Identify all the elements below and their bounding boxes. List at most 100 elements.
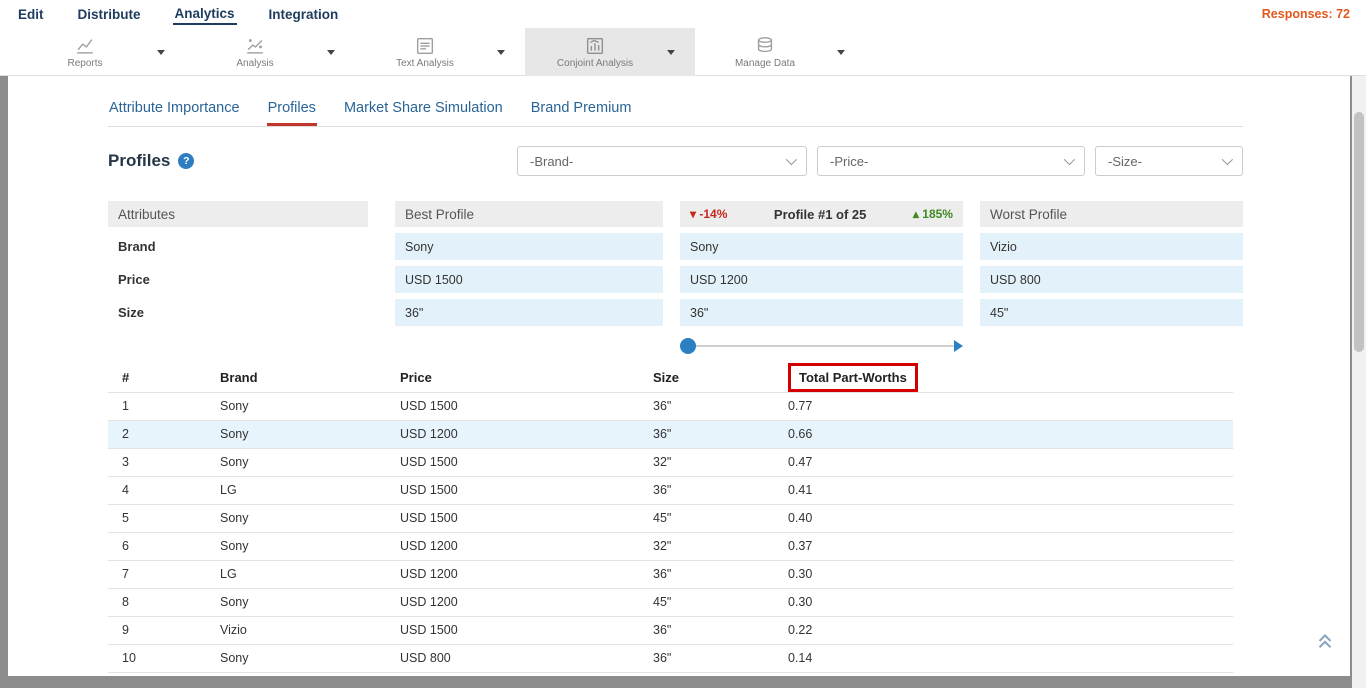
table-row[interactable]: 8 Sony USD 1200 45" 0.30 bbox=[108, 588, 1233, 616]
cell-total-part-worths: 0.66 bbox=[788, 420, 1233, 448]
cell-num: 5 bbox=[108, 504, 220, 532]
toolbar-label: Text Analysis bbox=[396, 58, 454, 69]
chevron-down-icon bbox=[1064, 154, 1075, 165]
col-header-num: # bbox=[108, 364, 220, 392]
chevron-down-icon[interactable] bbox=[157, 50, 165, 55]
slider-track[interactable] bbox=[688, 345, 957, 347]
help-icon[interactable]: ? bbox=[178, 153, 194, 169]
current-profile-header: ▾ -14% Profile #1 of 25 ▴ 185% bbox=[680, 201, 963, 227]
chevron-down-icon[interactable] bbox=[327, 50, 335, 55]
cell-price: USD 1500 bbox=[400, 504, 653, 532]
best-profile-header: Best Profile bbox=[395, 201, 663, 227]
cell-total-part-worths: 0.47 bbox=[788, 448, 1233, 476]
cell-size: 36" bbox=[653, 560, 788, 588]
cell-price: USD 1200 bbox=[400, 560, 653, 588]
current-profile-column: ▾ -14% Profile #1 of 25 ▴ 185% Sony USD … bbox=[680, 201, 963, 356]
cell-brand: LG bbox=[220, 560, 400, 588]
cell-total-part-worths: 0.40 bbox=[788, 504, 1233, 532]
best-profile-column: Best Profile Sony USD 1500 36" bbox=[395, 201, 663, 356]
nav-item-analytics[interactable]: Analytics bbox=[173, 3, 237, 25]
chevron-down-icon bbox=[1222, 154, 1233, 165]
nav-item-integration[interactable]: Integration bbox=[267, 4, 341, 24]
profile-counter: Profile #1 of 25 bbox=[774, 207, 866, 222]
best-price-value: USD 1500 bbox=[395, 266, 663, 293]
tab-profiles[interactable]: Profiles bbox=[267, 96, 317, 126]
cell-num: 4 bbox=[108, 476, 220, 504]
profile-slider bbox=[680, 336, 963, 356]
attribute-brand: Brand bbox=[108, 233, 368, 260]
page-header: Profiles ? -Brand- -Price- -Size- bbox=[108, 145, 1243, 177]
current-price-value: USD 1200 bbox=[680, 266, 963, 293]
toolbar-item-text-analysis[interactable]: Text Analysis bbox=[355, 28, 525, 76]
price-filter-select[interactable]: -Price- bbox=[817, 146, 1085, 176]
scrollbar-thumb[interactable] bbox=[1354, 112, 1364, 352]
cell-total-part-worths: 0.30 bbox=[788, 560, 1233, 588]
toolbar-item-analysis[interactable]: Analysis bbox=[185, 28, 355, 76]
nav-item-distribute[interactable]: Distribute bbox=[76, 4, 143, 24]
table-row[interactable]: 4 LG USD 1500 36" 0.41 bbox=[108, 476, 1233, 504]
size-filter-select[interactable]: -Size- bbox=[1095, 146, 1243, 176]
worst-size-value: 45" bbox=[980, 299, 1243, 326]
cell-num: 11 bbox=[108, 672, 220, 676]
cell-total-part-worths: 0.41 bbox=[788, 476, 1233, 504]
cell-price: USD 800 bbox=[400, 644, 653, 672]
table-row[interactable]: 1 Sony USD 1500 36" 0.77 bbox=[108, 392, 1233, 420]
table-row[interactable]: 2 Sony USD 1200 36" 0.66 bbox=[108, 420, 1233, 448]
col-header-total-part-worths: Total Part-Worths bbox=[788, 364, 1233, 392]
current-brand-value: Sony bbox=[680, 233, 963, 260]
cell-brand: Sony bbox=[220, 420, 400, 448]
responses-count[interactable]: Responses: 72 bbox=[1262, 7, 1350, 21]
cell-brand: Sony bbox=[220, 588, 400, 616]
cell-size: 36" bbox=[653, 420, 788, 448]
analysis-chart-icon bbox=[244, 35, 266, 57]
cell-price: USD 1200 bbox=[400, 420, 653, 448]
cell-size: 32" bbox=[653, 672, 788, 676]
cell-price: USD 1200 bbox=[400, 588, 653, 616]
cell-total-part-worths: 0.22 bbox=[788, 616, 1233, 644]
table-header-row: # Brand Price Size Total Part-Worths bbox=[108, 364, 1233, 392]
table-row[interactable]: 9 Vizio USD 1500 36" 0.22 bbox=[108, 616, 1233, 644]
nav-item-edit[interactable]: Edit bbox=[16, 4, 46, 24]
attribute-price: Price bbox=[108, 266, 368, 293]
cell-num: 6 bbox=[108, 532, 220, 560]
tab-attribute-importance[interactable]: Attribute Importance bbox=[108, 96, 241, 126]
cell-size: 36" bbox=[653, 392, 788, 420]
table-row[interactable]: 6 Sony USD 1200 32" 0.37 bbox=[108, 532, 1233, 560]
toolbar-item-manage-data[interactable]: Manage Data bbox=[695, 28, 865, 76]
slider-handle[interactable] bbox=[680, 338, 696, 354]
table-row[interactable]: 11 LG USD 1500 32" 0.12 bbox=[108, 672, 1233, 676]
select-value: -Size- bbox=[1108, 154, 1142, 169]
table-row[interactable]: 7 LG USD 1200 36" 0.30 bbox=[108, 560, 1233, 588]
toolbar-label: Analysis bbox=[236, 58, 273, 69]
cell-total-part-worths: 0.14 bbox=[788, 644, 1233, 672]
chevron-down-icon[interactable] bbox=[667, 50, 675, 55]
scroll-to-top-button[interactable] bbox=[1314, 629, 1336, 656]
cell-price: USD 1500 bbox=[400, 616, 653, 644]
database-icon bbox=[754, 35, 776, 57]
chevron-down-icon[interactable] bbox=[837, 50, 845, 55]
cell-brand: Sony bbox=[220, 504, 400, 532]
cell-brand: LG bbox=[220, 476, 400, 504]
filter-row: -Brand- -Price- -Size- bbox=[517, 146, 1243, 176]
brand-filter-select[interactable]: -Brand- bbox=[517, 146, 807, 176]
worst-brand-value: Vizio bbox=[980, 233, 1243, 260]
toolbar-item-conjoint-analysis[interactable]: Conjoint Analysis bbox=[525, 28, 695, 76]
tab-brand-premium[interactable]: Brand Premium bbox=[530, 96, 633, 126]
toolbar-item-reports[interactable]: Reports bbox=[15, 28, 185, 76]
cell-size: 45" bbox=[653, 504, 788, 532]
cell-price: USD 1500 bbox=[400, 448, 653, 476]
table-row[interactable]: 10 Sony USD 800 36" 0.14 bbox=[108, 644, 1233, 672]
cell-brand: Sony bbox=[220, 448, 400, 476]
worst-profile-header: Worst Profile bbox=[980, 201, 1243, 227]
attributes-header: Attributes bbox=[108, 201, 368, 227]
col-header-price: Price bbox=[400, 364, 653, 392]
cell-brand: Sony bbox=[220, 644, 400, 672]
cell-brand: Sony bbox=[220, 392, 400, 420]
sub-tabs: Attribute Importance Profiles Market Sha… bbox=[108, 96, 1243, 127]
chevron-down-icon bbox=[786, 154, 797, 165]
table-row[interactable]: 3 Sony USD 1500 32" 0.47 bbox=[108, 448, 1233, 476]
table-row[interactable]: 5 Sony USD 1500 45" 0.40 bbox=[108, 504, 1233, 532]
tab-market-share-simulation[interactable]: Market Share Simulation bbox=[343, 96, 504, 126]
chevron-down-icon[interactable] bbox=[497, 50, 505, 55]
cell-size: 36" bbox=[653, 644, 788, 672]
